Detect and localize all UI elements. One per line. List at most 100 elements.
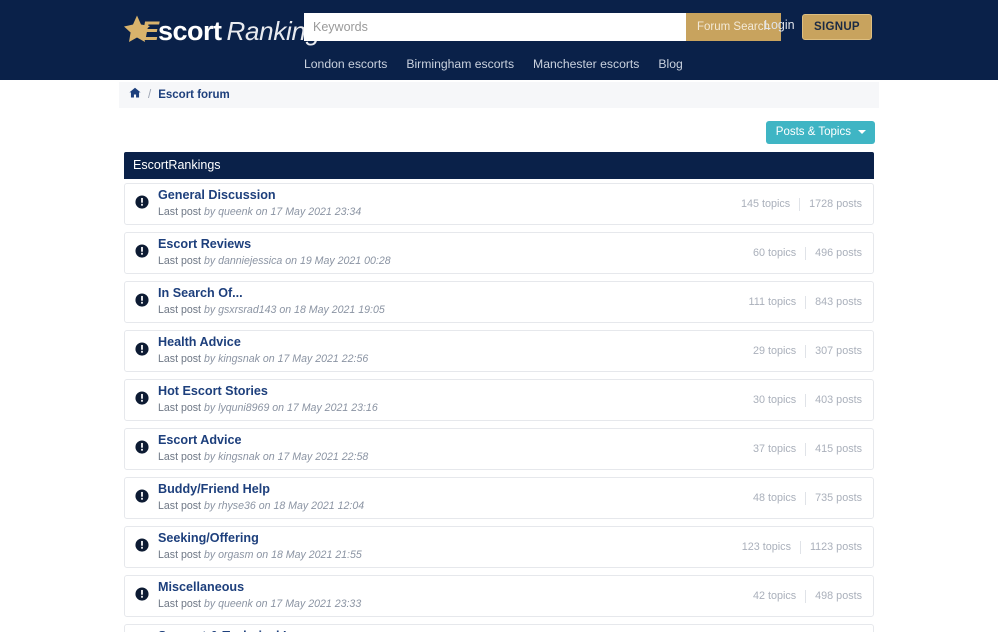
forum-row[interactable]: Support & Technical IssuesLast post by l… — [124, 624, 874, 632]
forum-row[interactable]: Seeking/Offering Last post by orgasm on 1… — [124, 526, 874, 568]
forum-row-stats: 60 topics 496 posts — [753, 246, 862, 260]
forum-row-stats: 42 topics 498 posts — [752, 589, 862, 603]
nav-item-manchester-escorts[interactable]: Manchester escorts — [533, 57, 639, 71]
topics-count: 123 topics — [741, 541, 791, 553]
stats-divider — [799, 197, 801, 211]
info-icon — [135, 488, 149, 508]
main-navigation: London escorts Birmingham escorts Manche… — [304, 57, 683, 71]
info-icon — [135, 390, 149, 410]
forum-row[interactable]: Escort Advice Last post by kingsnak on 17… — [124, 428, 874, 470]
forum-name-link[interactable]: Health Advice — [158, 335, 753, 351]
forum-row-stats: 37 topics 415 posts — [753, 442, 862, 456]
last-post-details: by gsxrsrad143 on 18 May 2021 19:05 — [203, 303, 385, 316]
posts-count: 415 posts — [815, 443, 862, 455]
posts-count: 843 posts — [815, 296, 862, 308]
last-post-details: by queenk on 17 May 2021 23:34 — [203, 205, 362, 218]
forum-name-link[interactable]: Miscellaneous — [158, 580, 753, 596]
last-post-info: Last post by orgasm on 18 May 2021 21:55 — [158, 548, 742, 563]
forum-row[interactable]: In Search Of... Last post by gsxrsrad143 … — [124, 281, 874, 323]
last-post-info: Last post by kingsnak on 17 May 2021 22:… — [158, 352, 753, 367]
forum-name-link[interactable]: Escort Advice — [158, 433, 753, 449]
forum-row-main: Hot Escort Stories Last post by lyquni896… — [158, 384, 753, 416]
last-post-details: by kingsnak on 17 May 2021 22:56 — [203, 352, 369, 365]
posts-count: 735 posts — [815, 492, 862, 504]
stats-divider — [805, 589, 807, 603]
forum-row[interactable]: General Discussion Last post by queenk on… — [124, 183, 874, 225]
posts-topics-dropdown-button[interactable]: Posts & Topics — [765, 121, 875, 144]
header-inner: E scort Rankings Forum Search Login SIGN… — [119, 0, 879, 80]
forum-row[interactable]: Miscellaneous Last post by queenk on 17 M… — [124, 575, 874, 617]
breadcrumb: / Escort forum — [119, 82, 879, 108]
posts-count: 496 posts — [815, 247, 862, 259]
forum-row[interactable]: Hot Escort Stories Last post by lyquni896… — [124, 379, 874, 421]
last-post-info: Last post by queenk on 17 May 2021 23:34 — [158, 205, 741, 220]
forum-row-stats: 30 topics 403 posts — [752, 393, 862, 407]
last-post-label: Last post — [158, 401, 201, 414]
forum-list: General Discussion Last post by queenk on… — [124, 179, 874, 632]
posts-count: 1728 posts — [809, 198, 862, 210]
topics-count: 42 topics — [752, 590, 797, 602]
topics-count: 30 topics — [752, 394, 797, 406]
forum-row-stats: 29 topics 307 posts — [753, 344, 862, 358]
info-icon — [135, 243, 149, 263]
info-icon — [135, 439, 149, 459]
topics-count: 48 topics — [752, 492, 797, 504]
last-post-details: by queenk on 17 May 2021 23:33 — [203, 597, 362, 610]
stats-divider — [805, 246, 807, 260]
forum-name-link[interactable]: Escort Reviews — [158, 237, 753, 253]
posts-count: 1123 posts — [809, 541, 862, 553]
search-input[interactable] — [304, 13, 686, 41]
stats-divider — [805, 491, 807, 505]
forum-row-stats: 111 topics 843 posts — [749, 295, 862, 309]
site-logo[interactable]: E scort Rankings — [124, 14, 333, 48]
nav-item-birmingham-escorts[interactable]: Birmingham escorts — [406, 57, 514, 71]
forum-row-main: Miscellaneous Last post by queenk on 17 M… — [158, 580, 753, 612]
last-post-label: Last post — [158, 499, 201, 512]
last-post-label: Last post — [158, 352, 201, 365]
forum-panel: EscortRankings General Discussion Last po… — [124, 152, 874, 632]
forum-row-main: Seeking/Offering Last post by orgasm on 1… — [158, 531, 742, 563]
nav-item-blog[interactable]: Blog — [658, 57, 682, 71]
signup-button[interactable]: SIGNUP — [802, 14, 872, 40]
forum-row-main: General Discussion Last post by queenk on… — [158, 188, 741, 220]
last-post-info: Last post by rhyse36 on 18 May 2021 12:0… — [158, 499, 753, 514]
last-post-details: by danniejessica on 19 May 2021 00:28 — [203, 254, 391, 267]
last-post-info: Last post by queenk on 17 May 2021 23:33 — [158, 597, 753, 612]
forum-name-link[interactable]: General Discussion — [158, 188, 741, 204]
toolbar: Posts & Topics — [119, 121, 879, 144]
forum-row-main: Health Advice Last post by kingsnak on 17… — [158, 335, 753, 367]
forum-name-link[interactable]: Seeking/Offering — [158, 531, 742, 547]
panel-title: EscortRankings — [124, 152, 874, 179]
logo-text-scort: scort — [158, 15, 222, 46]
last-post-details: by orgasm on 18 May 2021 21:55 — [203, 548, 362, 561]
forum-row[interactable]: Health Advice Last post by kingsnak on 17… — [124, 330, 874, 372]
forum-name-link[interactable]: In Search Of... — [158, 286, 749, 302]
stats-divider — [805, 344, 807, 358]
home-icon[interactable] — [129, 86, 141, 104]
login-link[interactable]: Login — [764, 18, 795, 32]
last-post-label: Last post — [158, 548, 201, 561]
last-post-details: by lyquni8969 on 17 May 2021 23:16 — [203, 401, 378, 414]
chevron-down-icon — [858, 130, 866, 134]
forum-row[interactable]: Buddy/Friend Help Last post by rhyse36 on… — [124, 477, 874, 519]
last-post-info: Last post by lyquni8969 on 17 May 2021 2… — [158, 401, 753, 416]
last-post-label: Last post — [158, 303, 201, 316]
forum-row-main: In Search Of... Last post by gsxrsrad143 … — [158, 286, 749, 318]
breadcrumb-current[interactable]: Escort forum — [158, 89, 230, 101]
forum-row-main: Buddy/Friend Help Last post by rhyse36 on… — [158, 482, 753, 514]
breadcrumb-separator: / — [148, 89, 152, 101]
last-post-label: Last post — [158, 205, 201, 218]
forum-name-link[interactable]: Buddy/Friend Help — [158, 482, 753, 498]
info-icon — [135, 194, 149, 214]
forum-row-stats: 48 topics 735 posts — [752, 491, 862, 505]
forum-row[interactable]: Escort Reviews Last post by danniejessica… — [124, 232, 874, 274]
forum-name-link[interactable]: Hot Escort Stories — [158, 384, 753, 400]
last-post-info: Last post by kingsnak on 17 May 2021 22:… — [158, 450, 753, 465]
forum-row-main: Escort Reviews Last post by danniejessica… — [158, 237, 753, 269]
posts-count: 498 posts — [815, 590, 862, 602]
nav-item-london-escorts[interactable]: London escorts — [304, 57, 387, 71]
last-post-details: by rhyse36 on 18 May 2021 12:04 — [203, 499, 365, 512]
forum-row-stats: 145 topics 1728 posts — [740, 197, 862, 211]
last-post-label: Last post — [158, 597, 201, 610]
topics-count: 145 topics — [740, 198, 791, 210]
